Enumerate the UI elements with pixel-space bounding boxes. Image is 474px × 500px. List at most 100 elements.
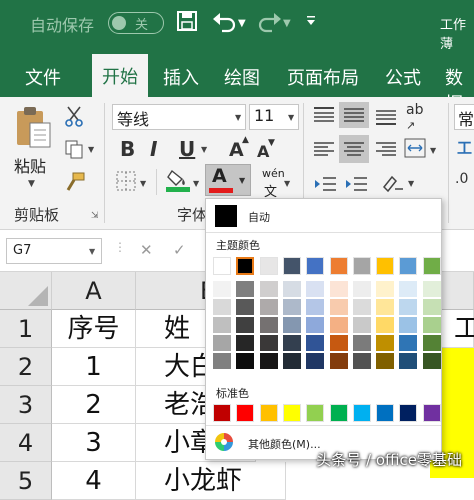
theme-color-shade[interactable]: [236, 335, 254, 351]
standard-color-swatch[interactable]: [260, 404, 278, 422]
automatic-color-label[interactable]: 自动: [248, 209, 270, 225]
decrease-indent-icon[interactable]: [314, 175, 336, 197]
theme-color-shade[interactable]: [260, 335, 278, 351]
theme-color-shade[interactable]: [236, 299, 254, 315]
theme-color-swatch[interactable]: [213, 257, 231, 275]
theme-color-shade[interactable]: [213, 335, 231, 351]
theme-color-swatch-selected[interactable]: [236, 257, 254, 275]
theme-color-shade[interactable]: [399, 299, 417, 315]
theme-color-shade[interactable]: [399, 335, 417, 351]
underline-dropdown-icon[interactable]: ▼: [201, 145, 207, 154]
standard-color-swatch[interactable]: [306, 404, 324, 422]
theme-color-shade[interactable]: [306, 299, 324, 315]
theme-color-shade[interactable]: [306, 317, 324, 333]
theme-color-shade[interactable]: [236, 317, 254, 333]
paste-icon[interactable]: [14, 105, 52, 153]
theme-color-shade[interactable]: [306, 353, 324, 369]
align-center-button[interactable]: [339, 135, 369, 163]
increase-indent-icon[interactable]: [345, 175, 367, 197]
theme-color-shade[interactable]: [353, 335, 371, 351]
cancel-icon[interactable]: ✕: [140, 241, 153, 259]
theme-color-shade[interactable]: [306, 281, 324, 297]
phonetic-dropdown-icon[interactable]: ▼: [284, 179, 290, 188]
row-header[interactable]: 5: [0, 462, 52, 500]
more-colors-label[interactable]: 其他颜色(M)...: [248, 436, 321, 452]
theme-color-shade[interactable]: [213, 281, 231, 297]
theme-color-shade[interactable]: [399, 317, 417, 333]
phonetic-label[interactable]: wén: [262, 167, 285, 180]
undo-icon[interactable]: [212, 11, 238, 37]
theme-color-shade[interactable]: [376, 281, 394, 297]
theme-color-shade[interactable]: [330, 353, 348, 369]
font-name-combo[interactable]: 等线 ▼: [112, 104, 246, 130]
accounting-format-icon[interactable]: 工: [457, 137, 472, 158]
format-painter-icon[interactable]: [64, 171, 86, 197]
theme-color-shade[interactable]: [330, 335, 348, 351]
theme-color-shade[interactable]: [376, 299, 394, 315]
standard-color-swatch[interactable]: [353, 404, 371, 422]
tab-insert[interactable]: 插入: [163, 64, 199, 90]
customize-quick-access-icon[interactable]: [306, 13, 316, 30]
save-icon[interactable]: [177, 11, 197, 36]
decimal-format-icon[interactable]: .0: [455, 171, 468, 187]
table-cell[interactable]: 2: [52, 386, 136, 424]
theme-color-shade[interactable]: [213, 299, 231, 315]
redo-icon[interactable]: [256, 11, 282, 37]
font-name-dropdown-icon[interactable]: ▼: [235, 113, 241, 122]
tab-formulas[interactable]: 公式: [385, 64, 421, 90]
bold-button[interactable]: B: [120, 137, 135, 161]
tab-home[interactable]: 开始: [92, 54, 148, 97]
text-direction-dropdown-icon[interactable]: ▼: [408, 179, 414, 188]
redo-dropdown-icon[interactable]: ▼: [283, 18, 291, 29]
theme-color-shade[interactable]: [283, 335, 301, 351]
theme-color-shade[interactable]: [376, 353, 394, 369]
theme-color-shade[interactable]: [213, 317, 231, 333]
theme-color-shade[interactable]: [283, 299, 301, 315]
row-header[interactable]: 4: [0, 424, 52, 462]
font-size-dropdown-icon[interactable]: ▼: [288, 113, 294, 122]
merge-dropdown-icon[interactable]: ▼: [430, 146, 436, 155]
number-format-combo[interactable]: 常: [454, 104, 474, 130]
paste-label[interactable]: 粘贴: [14, 153, 46, 177]
theme-color-shade[interactable]: [283, 353, 301, 369]
theme-color-shade[interactable]: [330, 281, 348, 297]
automatic-color-swatch[interactable]: [215, 205, 237, 227]
theme-color-shade[interactable]: [260, 353, 278, 369]
table-cell[interactable]: 4: [52, 462, 136, 500]
table-cell[interactable]: 3: [52, 424, 136, 462]
table-cell[interactable]: 序号: [52, 310, 136, 348]
theme-color-shade[interactable]: [399, 353, 417, 369]
theme-color-shade[interactable]: [423, 317, 441, 333]
theme-color-shade[interactable]: [423, 299, 441, 315]
theme-color-shade[interactable]: [353, 281, 371, 297]
clipboard-launcher-icon[interactable]: ⇲: [91, 211, 99, 221]
italic-button[interactable]: I: [150, 137, 157, 161]
standard-color-swatch[interactable]: [330, 404, 348, 422]
theme-color-shade[interactable]: [236, 281, 254, 297]
enter-icon[interactable]: ✓: [173, 241, 186, 259]
row-header[interactable]: 2: [0, 348, 52, 386]
fill-color-icon[interactable]: [166, 167, 190, 197]
font-size-combo[interactable]: 11 ▼: [249, 104, 299, 130]
theme-color-shade[interactable]: [353, 317, 371, 333]
fill-color-dropdown-icon[interactable]: ▼: [193, 179, 199, 188]
copy-icon[interactable]: [64, 139, 84, 163]
formula-bar-grip-icon[interactable]: ⋮: [114, 240, 126, 254]
theme-color-swatch[interactable]: [399, 257, 417, 275]
font-color-dropdown-icon[interactable]: ▼: [239, 176, 245, 185]
font-color-button[interactable]: A ▼: [205, 164, 251, 196]
table-cell[interactable]: 小龙虾: [136, 462, 286, 500]
theme-color-swatch[interactable]: [330, 257, 348, 275]
table-cell[interactable]: 1: [52, 348, 136, 386]
theme-color-shade[interactable]: [306, 335, 324, 351]
theme-color-shade[interactable]: [353, 299, 371, 315]
row-header[interactable]: 3: [0, 386, 52, 424]
theme-color-shade[interactable]: [353, 353, 371, 369]
theme-color-shade[interactable]: [260, 317, 278, 333]
theme-color-shade[interactable]: [423, 281, 441, 297]
theme-color-shade[interactable]: [236, 353, 254, 369]
paste-dropdown-icon[interactable]: ▼: [28, 179, 35, 189]
theme-color-swatch[interactable]: [260, 257, 278, 275]
theme-color-swatch[interactable]: [376, 257, 394, 275]
theme-color-swatch[interactable]: [283, 257, 301, 275]
